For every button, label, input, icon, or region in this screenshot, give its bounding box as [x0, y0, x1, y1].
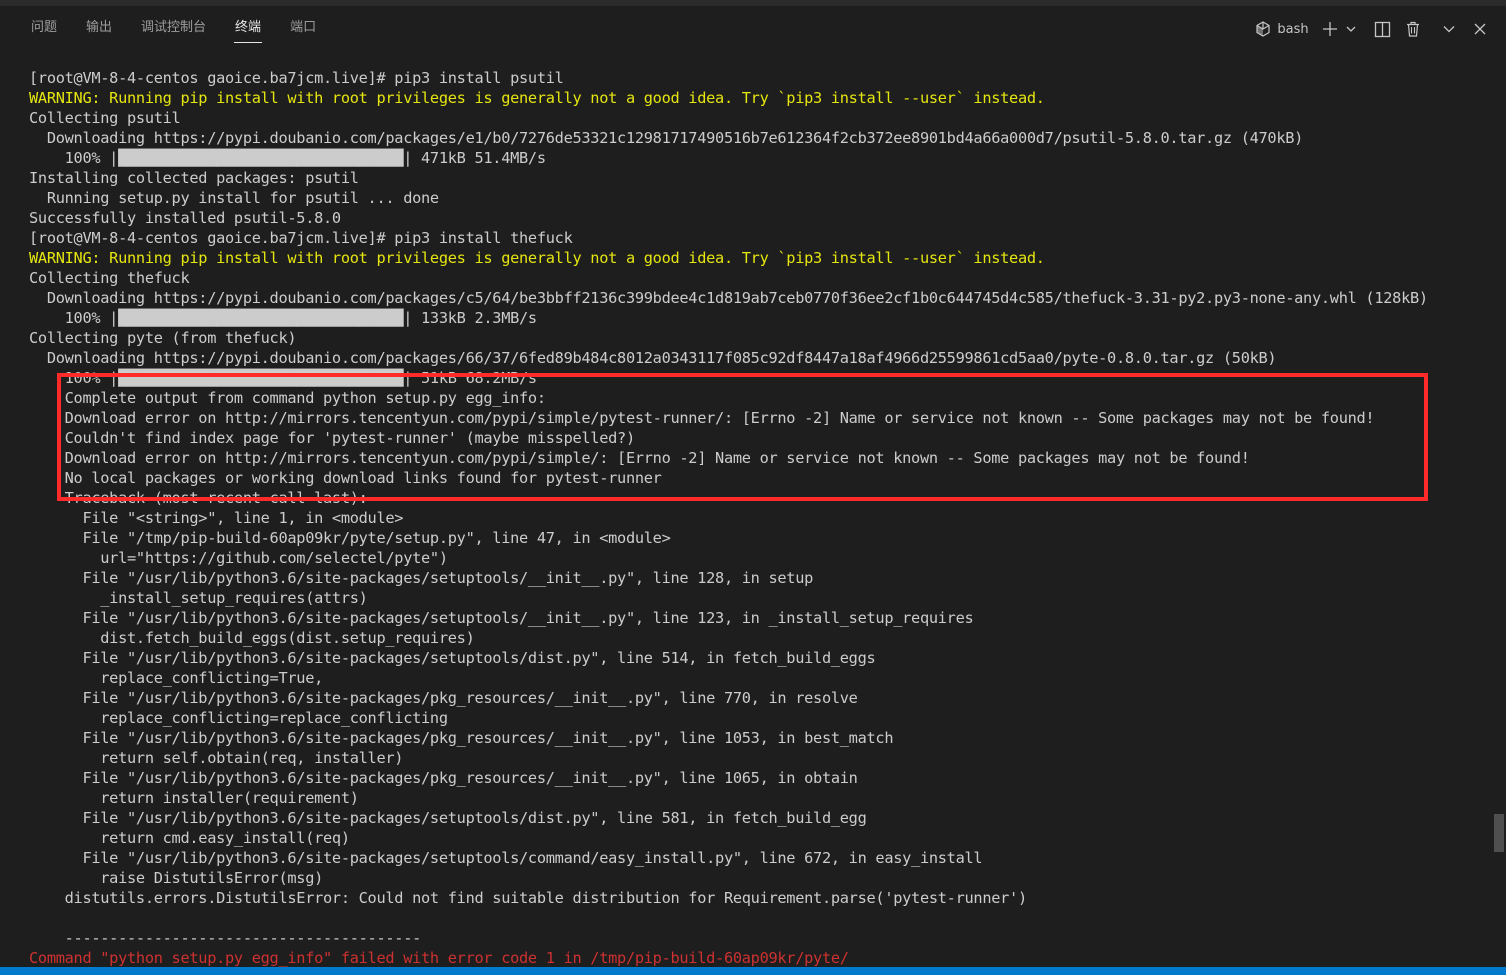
terminal-line: File "/usr/lib/python3.6/site-packages/p… — [29, 729, 894, 747]
terminal-line: ---------------------------------------- — [29, 929, 422, 947]
terminal-line: return self.obtain(req, installer) — [29, 749, 404, 767]
terminal-line: 100% |████████████████████████████████| … — [29, 149, 546, 167]
tab-debug-console[interactable]: 调试控制台 — [132, 6, 215, 52]
terminal-line: Downloading https://pypi.doubanio.com/pa… — [29, 349, 1277, 367]
split-terminal-button[interactable] — [1368, 14, 1396, 44]
scrollbar-thumb[interactable] — [1494, 814, 1504, 852]
trash-icon — [1405, 21, 1421, 37]
terminal-line: Collecting psutil — [29, 109, 181, 127]
terminal-line: Installing collected packages: psutil — [29, 169, 359, 187]
terminal-line: WARNING: Running pip install with root p… — [29, 249, 1045, 267]
terminal-shell-selector[interactable]: bash — [1251, 14, 1313, 44]
terminal-line: return cmd.easy_install(req) — [29, 829, 350, 847]
tab-terminal[interactable]: 终端 — [226, 6, 270, 52]
terminal-line: Command "python setup.py egg_info" faile… — [29, 949, 849, 967]
terminal-line: raise DistutilsError(msg) — [29, 869, 324, 887]
terminal-line: url="https://github.com/selectel/pyte") — [29, 549, 448, 567]
maximize-panel-button[interactable] — [1435, 14, 1463, 44]
terminal-line: _install_setup_requires(attrs) — [29, 589, 368, 607]
terminal-line: File "/usr/lib/python3.6/site-packages/s… — [29, 849, 983, 867]
terminal-line: Successfully installed psutil-5.8.0 — [29, 209, 341, 227]
panel-actions: bash — [1248, 6, 1494, 52]
terminal-line: 100% |████████████████████████████████| … — [29, 309, 538, 327]
panel-tabs: 问题 输出 调试控制台 终端 端口 — [22, 6, 336, 52]
terminal-line: Collecting pyte (from thefuck) — [29, 329, 297, 347]
terminal-line: File "/usr/lib/python3.6/site-packages/p… — [29, 769, 858, 787]
terminal-scrollbar[interactable] — [1492, 52, 1506, 967]
terminal-line: replace_conflicting=replace_conflicting — [29, 709, 448, 727]
terminal-line: Running setup.py install for psutil ... … — [29, 189, 439, 207]
new-terminal-button[interactable] — [1316, 14, 1344, 44]
chevron-down-icon — [1345, 23, 1357, 35]
terminal-output[interactable]: [root@VM-8-4-centos gaoice.ba7jcm.live]#… — [0, 52, 1492, 967]
shell-name-label: bash — [1277, 21, 1309, 37]
tab-output[interactable]: 输出 — [77, 6, 121, 52]
terminal-line: distutils.errors.DistutilsError: Could n… — [29, 889, 1028, 907]
plus-icon — [1322, 21, 1338, 37]
terminal-line: dist.fetch_build_eggs(dist.setup_require… — [29, 629, 475, 647]
terminal-line: File "/usr/lib/python3.6/site-packages/s… — [29, 809, 867, 827]
terminal-line: File "/usr/lib/python3.6/site-packages/s… — [29, 569, 814, 587]
terminal-line: File "/tmp/pip-build-60ap09kr/pyte/setup… — [29, 529, 671, 547]
terminal-line: File "<string>", line 1, in <module> — [29, 509, 404, 527]
terminal-line: Downloading https://pypi.doubanio.com/pa… — [29, 289, 1428, 307]
terminal-line: WARNING: Running pip install with root p… — [29, 89, 1045, 107]
error-highlight-box — [57, 373, 1428, 501]
panel-tab-bar: 问题 输出 调试控制台 终端 端口 bash — [0, 6, 1506, 52]
terminal-line: File "/usr/lib/python3.6/site-packages/s… — [29, 649, 876, 667]
terminal-line: [root@VM-8-4-centos gaoice.ba7jcm.live]#… — [29, 69, 564, 87]
terminal-line: replace_conflicting=True, — [29, 669, 324, 687]
status-bar — [0, 967, 1506, 975]
terminal-line: [root@VM-8-4-centos gaoice.ba7jcm.live]#… — [29, 229, 573, 247]
terminal-line: return installer(requirement) — [29, 789, 359, 807]
terminal-icon — [1255, 21, 1271, 37]
terminal-line: Downloading https://pypi.doubanio.com/pa… — [29, 129, 1304, 147]
terminal-line: Collecting thefuck — [29, 269, 190, 287]
split-icon — [1374, 21, 1391, 38]
kill-terminal-button[interactable] — [1399, 14, 1427, 44]
terminal-line: File "/usr/lib/python3.6/site-packages/p… — [29, 689, 858, 707]
close-icon — [1473, 22, 1487, 36]
close-panel-button[interactable] — [1466, 14, 1494, 44]
terminal-line: File "/usr/lib/python3.6/site-packages/s… — [29, 609, 974, 627]
tab-problems[interactable]: 问题 — [22, 6, 66, 52]
tab-ports[interactable]: 端口 — [281, 6, 325, 52]
launch-profile-dropdown[interactable] — [1344, 14, 1358, 44]
chevron-down-icon — [1442, 22, 1456, 36]
